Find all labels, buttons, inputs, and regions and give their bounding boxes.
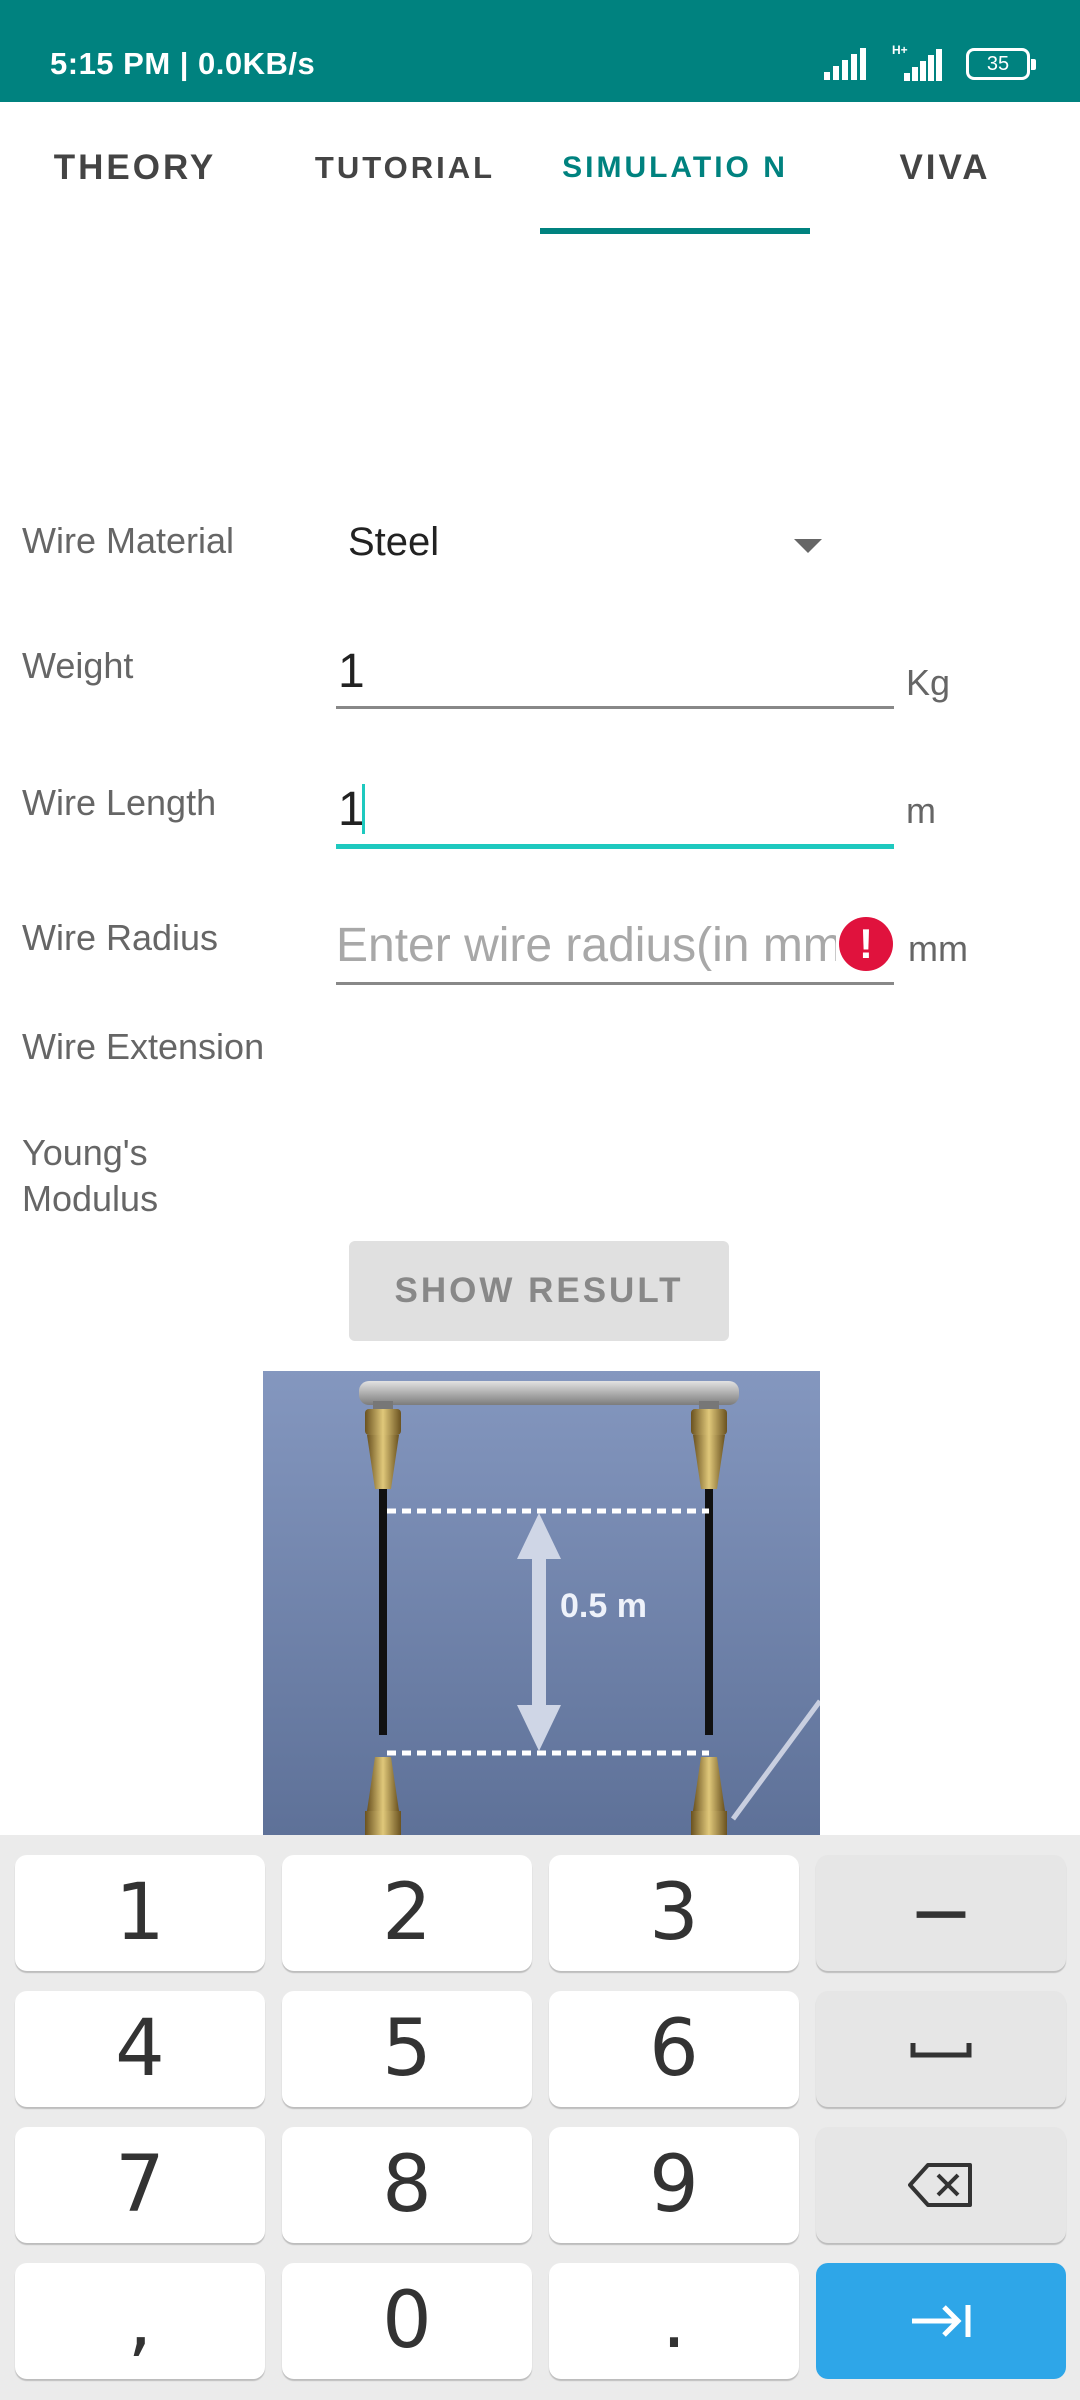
wire-length-unit: m <box>906 790 936 831</box>
space-bar-icon <box>910 2043 972 2058</box>
tab-viva[interactable]: VIVA <box>810 102 1080 234</box>
status-bar: 5:15 PM | 0.0KB/s H+ 35 <box>0 0 1080 102</box>
weight-input[interactable]: 1 <box>336 630 894 710</box>
key-4[interactable]: 4 <box>15 1991 265 2107</box>
chevron-down-icon <box>794 539 822 553</box>
key-8[interactable]: 8 <box>282 2127 532 2243</box>
backspace-icon <box>908 2163 972 2207</box>
numeric-keyboard: 1 2 3 − 4 5 6 7 8 9 , 0 . <box>0 1835 1080 2400</box>
key-backspace[interactable] <box>816 2127 1066 2243</box>
wire-material-label: Wire Material <box>22 520 235 561</box>
wire-material-select[interactable]: Steel <box>330 510 850 580</box>
battery-icon: 35 <box>966 48 1036 80</box>
key-3[interactable]: 3 <box>549 1855 799 1971</box>
key-6[interactable]: 6 <box>549 1991 799 2107</box>
signal-icon <box>824 48 866 80</box>
tab-next-icon <box>912 2305 971 2337</box>
wire-material-value: Steel <box>348 520 440 564</box>
wire-radius-unit: mm <box>908 928 968 969</box>
wire-length-input[interactable]: 1 <box>336 766 894 848</box>
wire-radius-input[interactable]: Enter wire radius(in mm <box>336 906 836 982</box>
weight-unit: Kg <box>906 662 951 703</box>
active-tab-indicator <box>540 228 810 234</box>
status-time: 5:15 PM | 0.0KB/s <box>50 46 316 81</box>
weight-underline <box>336 706 894 709</box>
wire-radius-underline <box>336 982 894 985</box>
apparatus-illustration <box>263 1371 820 1835</box>
signal-h-plus: H+ <box>890 43 944 81</box>
wire-radius-placeholder: Enter wire radius(in mm <box>336 919 836 972</box>
tab-tutorial[interactable]: TUTORIAL <box>270 102 540 234</box>
key-minus[interactable]: − <box>816 1855 1066 1971</box>
key-comma[interactable]: , <box>15 2263 265 2379</box>
tab-simulation[interactable]: SIMULATIO N <box>555 102 795 234</box>
error-icon[interactable]: ! <box>839 917 893 971</box>
weight-label: Weight <box>22 645 134 686</box>
wire-radius-label: Wire Radius <box>22 917 219 958</box>
signal-icon-2 <box>904 49 942 81</box>
key-1[interactable]: 1 <box>15 1855 265 1971</box>
key-9[interactable]: 9 <box>549 2127 799 2243</box>
wire-length-underline <box>336 844 894 849</box>
key-2[interactable]: 2 <box>282 1855 532 1971</box>
show-result-button[interactable]: SHOW RESULT <box>349 1241 729 1341</box>
wire-extension-label: Wire Extension <box>22 1026 265 1067</box>
key-period[interactable]: . <box>549 2263 799 2379</box>
text-cursor <box>362 784 365 834</box>
key-space[interactable] <box>816 1991 1066 2107</box>
wire-length-label: Wire Length <box>22 782 217 823</box>
battery-level: 35 <box>986 52 1010 75</box>
wire-length-value: 1 <box>338 783 365 836</box>
key-5[interactable]: 5 <box>282 1991 532 2107</box>
dimension-label: 0.5 m <box>560 1587 647 1625</box>
key-next[interactable] <box>816 2263 1066 2379</box>
status-icons: H+ 35 <box>824 43 1036 84</box>
key-7[interactable]: 7 <box>15 2127 265 2243</box>
tab-bar: THEORY TUTORIAL SIMULATIO N VIVA <box>0 102 1080 234</box>
tab-theory[interactable]: THEORY <box>0 102 270 234</box>
key-0[interactable]: 0 <box>282 2263 532 2379</box>
simulation-apparatus-image: 0.5 m <box>263 1371 820 1835</box>
youngs-modulus-label: Young's Modulus <box>22 1132 159 1219</box>
weight-value: 1 <box>338 645 365 698</box>
